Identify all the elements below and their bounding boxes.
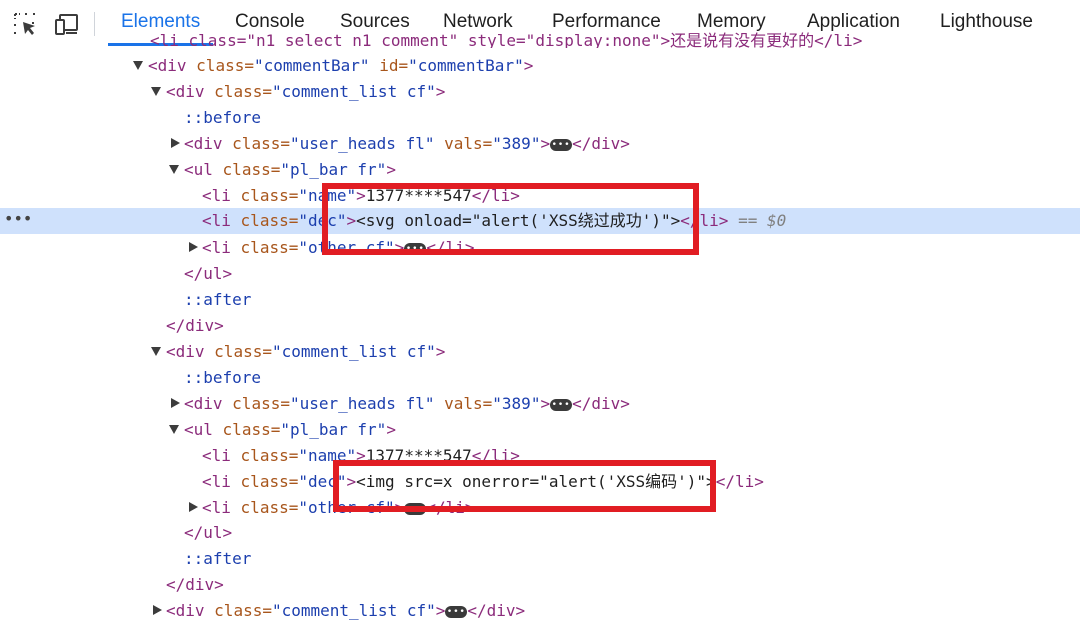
collapse-arrow-icon[interactable] — [171, 138, 180, 148]
dom-pseudo-before[interactable]: ::before — [0, 365, 1080, 391]
expand-arrow-icon[interactable] — [151, 347, 161, 356]
clipped-dom-line: <li class="n1_select n1_comment" style="… — [0, 26, 1080, 48]
annotation-highlight-box — [322, 183, 699, 255]
ellipsis-badge[interactable]: ••• — [550, 398, 573, 411]
dom-node-comment-list-3[interactable]: <div class="comment_list cf"> •••</div> — [0, 598, 1080, 624]
dom-close-div[interactable]: </div> — [0, 313, 1080, 339]
dom-close-ul[interactable]: </ul> — [0, 520, 1080, 546]
dom-pseudo-before[interactable]: ::before — [0, 105, 1080, 131]
expand-arrow-icon[interactable] — [133, 61, 143, 70]
annotation-highlight-box — [333, 460, 716, 512]
ellipsis-badge[interactable]: ••• — [445, 605, 468, 618]
collapse-arrow-icon[interactable] — [171, 398, 180, 408]
dom-node-user-heads[interactable]: <div class="user_heads fl" vals="389"> ••… — [0, 391, 1080, 417]
dom-node-comment-list-2[interactable]: <div class="comment_list cf"> — [0, 339, 1080, 365]
collapse-arrow-icon[interactable] — [189, 242, 198, 252]
ellipsis-badge[interactable]: ••• — [550, 138, 573, 151]
expand-arrow-icon[interactable] — [169, 425, 179, 434]
dom-close-div[interactable]: </div> — [0, 572, 1080, 598]
dom-node-ul-pl-bar[interactable]: <ul class="pl_bar fr"> — [0, 417, 1080, 443]
collapse-arrow-icon[interactable] — [153, 605, 162, 615]
dom-node-ul-pl-bar[interactable]: <ul class="pl_bar fr"> — [0, 157, 1080, 183]
dom-node-commentbar[interactable]: <div class="commentBar" id="commentBar"> — [0, 53, 1080, 79]
dom-node-comment-list-1[interactable]: <div class="comment_list cf"> — [0, 79, 1080, 105]
collapse-arrow-icon[interactable] — [189, 502, 198, 512]
row-more-icon[interactable]: ••• — [4, 208, 32, 230]
dom-pseudo-after[interactable]: ::after — [0, 546, 1080, 572]
expand-arrow-icon[interactable] — [169, 165, 179, 174]
dom-pseudo-after[interactable]: ::after — [0, 287, 1080, 313]
clipped-line-text[interactable]: <li class="n1_select n1_comment" style="… — [150, 28, 862, 48]
dom-node-user-heads[interactable]: <div class="user_heads fl" vals="389"> ••… — [0, 131, 1080, 157]
expand-arrow-icon[interactable] — [151, 87, 161, 96]
dom-close-ul[interactable]: </ul> — [0, 261, 1080, 287]
